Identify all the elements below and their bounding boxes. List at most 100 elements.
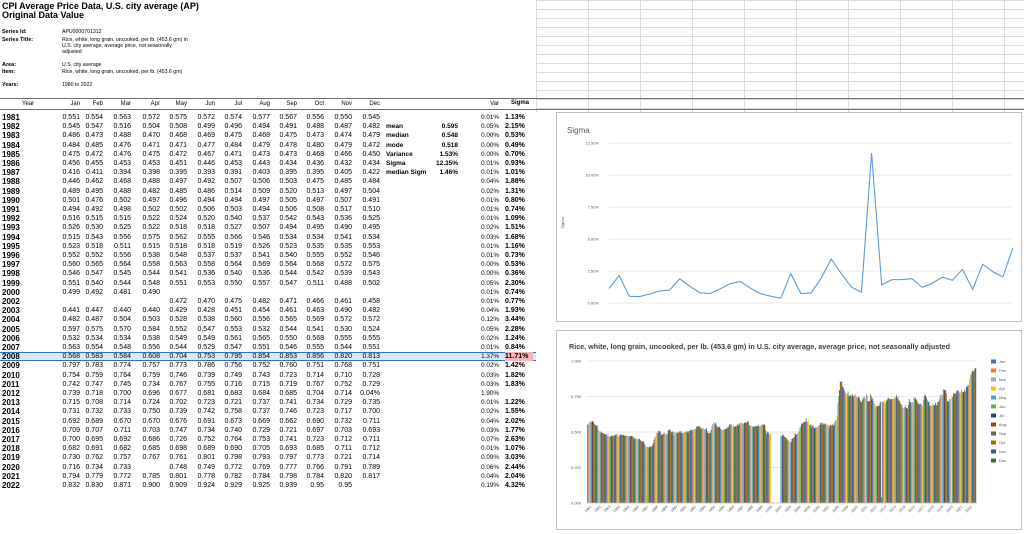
price-cell[interactable]: 0.777 [273,463,297,472]
price-cell[interactable]: 0.516 [56,214,80,223]
price-cell[interactable]: 0.721 [273,426,297,435]
price-cell[interactable]: 0.393 [191,168,215,177]
price-cell[interactable]: 0.534 [273,233,297,242]
price-cell[interactable]: 0.522 [136,214,160,223]
price-cell[interactable]: 0.544 [163,343,187,352]
var-cell[interactable]: 0.01% [478,288,499,297]
price-cell[interactable]: 0.909 [163,481,187,490]
price-cell[interactable]: 0.741 [273,435,297,444]
price-cell[interactable]: 0.685 [273,389,297,398]
price-cell[interactable]: 0.556 [300,113,324,122]
price-cell[interactable]: 0.516 [107,122,131,131]
price-cell[interactable]: 0.490 [136,288,160,297]
price-cell[interactable]: 0.532 [246,325,270,334]
year-cell[interactable]: 2022 [2,481,20,490]
var-cell[interactable]: 0.01% [478,168,499,177]
price-cell[interactable]: 0.540 [218,269,242,278]
price-cell[interactable]: 0.551 [246,343,270,352]
var-cell[interactable]: 0.01% [478,196,499,205]
price-cell[interactable]: 0.718 [79,389,103,398]
price-cell[interactable]: 0.504 [356,187,380,196]
price-cell[interactable]: 0.506 [191,205,215,214]
var-cell[interactable]: 0.04% [478,177,499,186]
price-cell[interactable]: 0.472 [356,141,380,150]
price-cell[interactable]: 0.526 [246,242,270,251]
sigma-cell[interactable]: 1.31% [505,187,533,196]
price-cell[interactable]: 0.476 [107,150,131,159]
price-cell[interactable]: 0.712 [328,435,352,444]
price-cell[interactable]: 0.526 [56,223,80,232]
price-cell[interactable]: 0.597 [56,325,80,334]
price-cell[interactable]: 0.550 [273,334,297,343]
price-cell[interactable]: 0.717 [328,407,352,416]
price-cell[interactable]: 0.515 [107,214,131,223]
price-cell[interactable]: 0.474 [328,131,352,140]
price-cell[interactable]: 0.704 [300,389,324,398]
var-cell[interactable]: 0.19% [478,481,499,490]
price-cell[interactable]: 0.558 [136,260,160,269]
price-cell[interactable]: 0.475 [273,131,297,140]
price-cell[interactable]: 0.485 [328,177,352,186]
price-cell[interactable]: 0.740 [218,426,242,435]
price-cell[interactable]: 0.523 [273,242,297,251]
price-cell[interactable]: 0.797 [273,453,297,462]
price-cell[interactable]: 0.709 [56,426,80,435]
var-cell[interactable]: 0.01% [478,444,499,453]
price-cell[interactable]: 0.470 [191,297,215,306]
sigma-cell[interactable]: 0.70% [505,150,533,159]
price-cell[interactable]: 0.556 [136,343,160,352]
price-cell[interactable]: 0.476 [107,141,131,150]
price-cell[interactable]: 0.454 [246,306,270,315]
price-cell[interactable]: 0.853 [273,352,297,361]
price-cell[interactable]: 0.488 [107,131,131,140]
price-cell[interactable]: 0.473 [300,131,324,140]
price-cell[interactable]: 0.453 [218,159,242,168]
price-cell[interactable]: 0.507 [328,196,352,205]
price-cell[interactable]: 0.538 [191,315,215,324]
sigma-cell[interactable]: 1.07% [505,444,533,453]
price-cell[interactable]: 0.518 [163,242,187,251]
price-cell[interactable]: 0.480 [300,141,324,150]
price-cell[interactable]: 0.555 [191,233,215,242]
price-cell[interactable]: 0.537 [246,214,270,223]
year-cell[interactable]: 2004 [2,315,20,324]
price-cell[interactable]: 0.475 [56,150,80,159]
sigma-cell[interactable]: 1.09% [505,214,533,223]
price-cell[interactable]: 0.673 [218,417,242,426]
sigma-cell[interactable]: 1.42% [505,361,533,370]
price-cell[interactable]: 0.544 [328,343,352,352]
price-cell[interactable]: 0.472 [163,150,187,159]
price-cell[interactable]: 0.746 [273,407,297,416]
price-cell[interactable]: 0.715 [56,398,80,407]
price-cell[interactable]: 0.555 [356,334,380,343]
price-cell[interactable]: 0.472 [163,297,187,306]
sigma-cell[interactable]: 2.28% [505,325,533,334]
price-cell[interactable]: 0.536 [328,214,352,223]
price-cell[interactable]: 0.461 [328,297,352,306]
price-cell[interactable]: 0.739 [56,389,80,398]
price-cell[interactable]: 0.743 [246,371,270,380]
price-cell[interactable]: 0.733 [107,463,131,472]
price-cell[interactable]: 0.575 [356,260,380,269]
price-cell[interactable]: 0.696 [136,389,160,398]
var-cell[interactable]: 0.02% [478,361,499,370]
price-cell[interactable]: 0.504 [136,122,160,131]
price-cell[interactable]: 0.479 [246,141,270,150]
price-cell[interactable]: 0.451 [218,306,242,315]
price-cell[interactable]: 0.801 [163,472,187,481]
year-cell[interactable]: 1996 [2,251,20,260]
price-cell[interactable]: 0.515 [56,233,80,242]
price-cell[interactable]: 0.558 [191,260,215,269]
var-cell[interactable]: 0.01% [478,159,499,168]
price-cell[interactable]: 0.735 [356,398,380,407]
price-cell[interactable]: 0.778 [191,472,215,481]
price-cell[interactable]: 0.546 [246,233,270,242]
sigma-cell[interactable]: 1.82% [505,371,533,380]
price-cell[interactable]: 0.547 [218,343,242,352]
year-cell[interactable]: 2021 [2,472,20,481]
price-cell[interactable]: 0.536 [246,269,270,278]
price-cell[interactable]: 0.801 [191,453,215,462]
price-cell[interactable]: 0.583 [79,352,103,361]
var-cell[interactable]: 0.05% [478,325,499,334]
price-cell[interactable]: 0.669 [246,417,270,426]
